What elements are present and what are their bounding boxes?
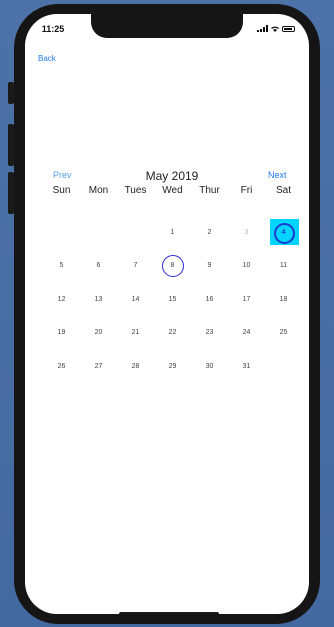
day-cell[interactable]: 12	[43, 283, 80, 317]
day-cell[interactable]: 2	[191, 216, 228, 250]
weekday-header: Sun	[52, 185, 71, 196]
day-cell[interactable]: 5	[43, 249, 80, 283]
day-number: 7	[133, 262, 138, 270]
day-cell-selected[interactable]: 4	[265, 216, 302, 250]
day-number: 25	[279, 329, 288, 337]
day-number: 4	[281, 228, 286, 236]
day-number: 17	[242, 295, 251, 303]
day-number: 23	[205, 329, 214, 337]
empty-day-cell	[265, 350, 302, 384]
day-cell[interactable]: 7	[117, 249, 154, 283]
day-number: 12	[57, 295, 66, 303]
day-number: 30	[205, 362, 214, 370]
back-button[interactable]: Back	[38, 54, 56, 63]
day-cell[interactable]: 6	[80, 249, 117, 283]
weekday-header: Wed	[162, 185, 183, 196]
day-number: 3	[244, 228, 249, 236]
day-cell[interactable]: 30	[191, 350, 228, 384]
empty-day-cell	[80, 216, 117, 250]
day-number: 29	[168, 362, 177, 370]
day-number: 27	[94, 362, 103, 370]
day-number: 31	[242, 362, 251, 370]
day-cell[interactable]: 11	[265, 249, 302, 283]
notch	[91, 14, 243, 38]
status-icons	[257, 25, 295, 32]
day-number: 18	[279, 295, 288, 303]
day-cell[interactable]: 27	[80, 350, 117, 384]
day-cell[interactable]: 29	[154, 350, 191, 384]
weekday-header: Fri	[240, 185, 253, 196]
weekday-header: Tues	[124, 185, 147, 196]
day-cell[interactable]: 17	[228, 283, 265, 317]
home-indicator	[119, 612, 219, 614]
day-number: 9	[207, 262, 212, 270]
status-time: 11:25	[41, 24, 65, 34]
day-cell[interactable]: 1	[154, 216, 191, 250]
day-number: 6	[96, 262, 101, 270]
day-number: 5	[59, 262, 64, 270]
screen: 11:25 Back Prev May 2019 Next Sun Mon Tues…	[25, 14, 309, 614]
day-cell[interactable]: 18	[265, 283, 302, 317]
day-cell[interactable]: 23	[191, 316, 228, 350]
weekday-header: Sat	[275, 185, 291, 196]
day-cell[interactable]: 21	[117, 316, 154, 350]
day-cell[interactable]: 15	[154, 283, 191, 317]
day-cell[interactable]: 25	[265, 316, 302, 350]
day-number: 22	[168, 329, 177, 337]
day-cell[interactable]: 13	[80, 283, 117, 317]
day-cell[interactable]: 31	[228, 350, 265, 384]
day-number: 19	[57, 329, 66, 337]
day-number: 21	[131, 329, 140, 337]
day-cell[interactable]: 20	[80, 316, 117, 350]
month-title: May 2019	[145, 169, 199, 183]
day-number: 15	[168, 295, 177, 303]
next-month-button[interactable]: Next	[268, 170, 287, 180]
day-cell[interactable]: 3	[228, 216, 265, 250]
day-number: 28	[131, 362, 140, 370]
weekday-header: Mon	[88, 185, 109, 196]
day-cell[interactable]: 10	[228, 249, 265, 283]
signal-icon	[257, 25, 268, 32]
day-number: 13	[94, 295, 103, 303]
day-number: 16	[205, 295, 214, 303]
day-cell[interactable]: 26	[43, 350, 80, 384]
day-number: 8	[170, 262, 175, 270]
weekday-header: Thur	[199, 185, 220, 196]
day-number: 26	[57, 362, 66, 370]
day-cell[interactable]: 19	[43, 316, 80, 350]
battery-icon	[282, 25, 295, 32]
day-number: 24	[242, 329, 251, 337]
day-number: 11	[279, 262, 288, 270]
day-number: 2	[207, 228, 212, 236]
day-cell[interactable]: 22	[154, 316, 191, 350]
day-cell[interactable]: 14	[117, 283, 154, 317]
calendar-grid: Sun Mon Tues Wed Thur Fri Sat 1 2 3 4 5 6 7 8 9 10 11 12 13…	[43, 182, 303, 383]
empty-day-cell	[117, 216, 154, 250]
day-number: 1	[170, 228, 175, 236]
empty-day-cell	[43, 216, 80, 250]
wifi-icon	[271, 26, 279, 32]
day-cell-today[interactable]: 8	[154, 249, 191, 283]
day-number: 14	[131, 295, 140, 303]
day-cell[interactable]: 16	[191, 283, 228, 317]
day-cell[interactable]: 24	[228, 316, 265, 350]
day-number: 10	[242, 262, 251, 270]
day-cell[interactable]: 9	[191, 249, 228, 283]
day-cell[interactable]: 28	[117, 350, 154, 384]
day-number: 20	[94, 329, 103, 337]
